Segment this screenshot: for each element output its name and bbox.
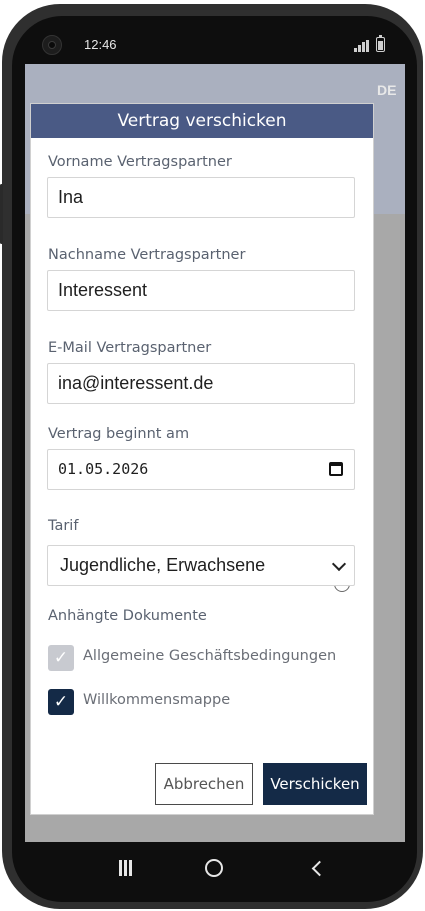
status-time: 12:46 [84,37,117,52]
recents-icon[interactable] [119,860,133,876]
documents-heading: Anhängte Dokumente [48,608,207,624]
start-date-value: 01.05.2026 [58,460,149,478]
battery-icon [376,35,385,52]
last-name-input[interactable]: Interessent [47,270,355,311]
start-date-label: Vertrag beginnt am [48,426,190,442]
send-button[interactable]: Verschicken [263,763,367,805]
first-name-input[interactable]: Ina [47,177,355,218]
app-screen: DE Vertrag verschicken Vorname Vertragsp… [25,64,405,842]
dialog-title: Vertrag verschicken [31,104,373,138]
send-contract-dialog: Vertrag verschicken Vorname Vertragspart… [31,104,373,814]
phone-frame: 12:46 DE Vertrag verschicken Vorname Ver… [0,0,425,911]
welcome-pack-checkbox[interactable]: ✓ [48,689,74,715]
cancel-button[interactable]: Abbrechen [155,763,253,805]
front-camera [42,35,62,55]
calendar-icon[interactable] [329,462,343,476]
email-input[interactable]: ina@interessent.de [47,363,355,404]
tariff-label: Tarif [48,518,79,534]
email-label: E-Mail Vertragspartner [48,340,212,356]
navigation-bar [12,842,417,902]
device-bezel: 12:46 DE Vertrag verschicken Vorname Ver… [12,16,417,902]
terms-label: Allgemeine Geschäftsbedingungen [83,648,337,664]
signal-icon [354,40,370,52]
chevron-down-icon [331,556,347,572]
volume-button [0,184,3,244]
welcome-pack-label: Willkommensmappe [83,692,231,708]
tariff-selected-value: Jugendliche, Erwachsene [60,555,266,575]
first-name-label: Vorname Vertragspartner [48,154,232,170]
status-bar: 12:46 [12,16,417,68]
home-icon[interactable] [205,859,223,877]
background-text: DE [377,82,397,98]
start-date-input[interactable]: 01.05.2026 [47,449,355,490]
last-name-label: Nachname Vertragspartner [48,247,246,263]
tariff-select[interactable]: Jugendliche, Erwachsene [47,545,355,586]
back-icon[interactable] [310,859,326,877]
terms-checkbox[interactable]: ✓ [48,645,74,671]
phone-body: 12:46 DE Vertrag verschicken Vorname Ver… [0,4,423,909]
